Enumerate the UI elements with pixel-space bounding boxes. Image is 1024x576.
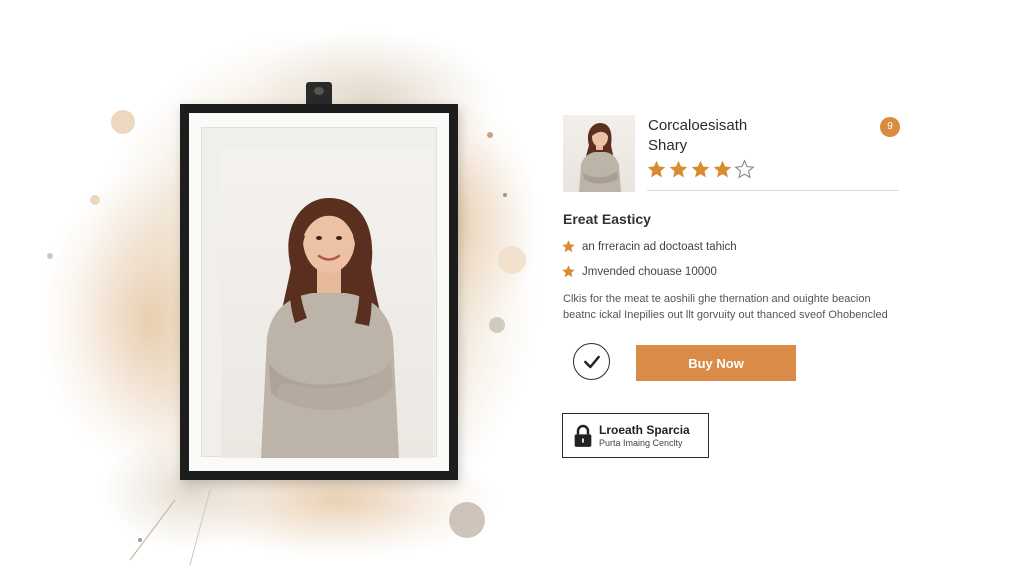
star-bullet-icon [562,240,575,253]
divider [647,190,899,191]
info-badge[interactable]: 9 [880,117,900,137]
product-title-line-1: Corcaloesisath [648,117,748,134]
secure-badge-title: Lroeath Sparcia [599,423,690,437]
buy-now-button[interactable]: Buy Now [636,345,796,381]
star-filled-icon[interactable] [690,159,711,180]
woman-thumbnail-illustration [579,123,621,192]
star-filled-icon[interactable] [712,159,733,180]
lock-icon [574,424,592,447]
features-heading: Ereat Easticy [563,211,651,227]
product-description: Clkis for the meat te aoshili ghe therna… [563,291,903,323]
picture-frame [180,104,458,480]
product-thumbnail[interactable] [563,115,635,192]
description-line-2: beatnc ickal Inepilies out llt gorvuity … [563,309,888,321]
star-empty-icon[interactable] [734,159,755,180]
frame-mat [201,127,437,458]
woman-portrait-illustration [261,198,399,458]
feature-item-text: an frreracin ad doctoast tahich [582,240,737,253]
feature-item: an frreracin ad doctoast tahich [561,239,737,254]
description-line-1: Clkis for the meat te aoshili ghe therna… [563,293,871,305]
portrait-photo [221,148,433,458]
star-bullet-icon [562,265,575,278]
product-title: Corcaloesisath Shary [648,116,868,156]
confirm-check-button[interactable] [573,343,610,380]
secure-badge-text: Lroeath Sparcia Purta Imaing Cenclty [599,423,690,448]
star-filled-icon[interactable] [668,159,689,180]
star-rating[interactable] [646,159,755,180]
frame-hanger-clip [306,82,332,106]
feature-item: Jmvended chouase 10000 [561,264,717,279]
secure-badge-subtitle: Purta Imaing Cenclty [599,438,683,448]
secure-payment-badge: Lroeath Sparcia Purta Imaing Cenclty [562,413,709,458]
product-title-line-2: Shary [648,137,688,154]
star-filled-icon[interactable] [646,159,667,180]
checkmark-icon [583,355,600,368]
feature-item-text: Jmvended chouase 10000 [582,265,717,278]
